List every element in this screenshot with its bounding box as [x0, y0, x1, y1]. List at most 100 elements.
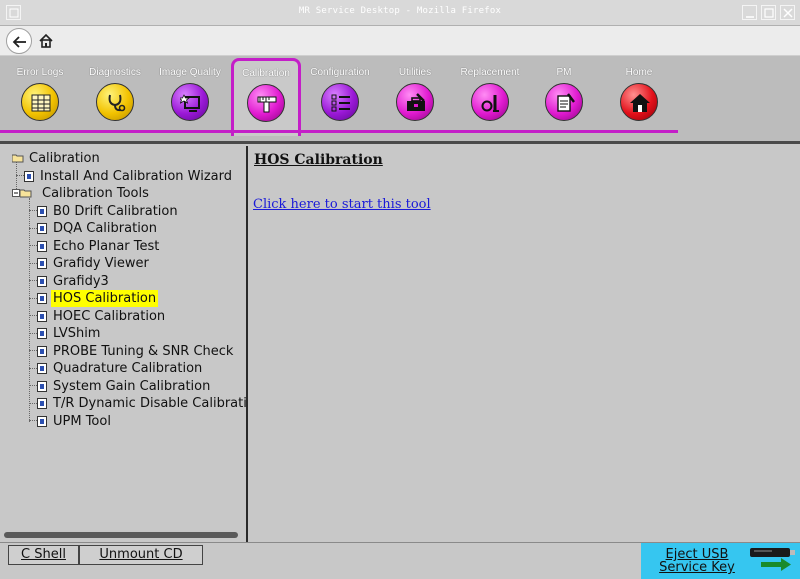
tree-label: UPM Tool — [53, 414, 111, 429]
tree-label: LVShim — [53, 326, 101, 341]
tab-label: PM — [556, 67, 572, 78]
tree-connector — [29, 333, 37, 334]
tree-label-selected: HOS Calibration — [51, 290, 159, 307]
tab-label: Utilities — [398, 67, 432, 78]
tree-pane: Calibration Install And Calibration Wiza… — [4, 146, 246, 538]
pm-icon — [545, 83, 583, 121]
checklist-icon — [321, 83, 359, 121]
tree-label: HOEC Calibration — [53, 309, 166, 324]
tree-label: B0 Drift Calibration — [53, 204, 178, 219]
tree-connector — [29, 350, 37, 351]
tree-item-b0-drift[interactable]: B0 Drift Calibration — [37, 203, 180, 220]
eject-usb-button[interactable]: Eject USB Service Key — [641, 543, 800, 579]
tree-label: Calibration — [29, 151, 100, 166]
tab-label: Home — [625, 67, 653, 78]
tree-item-grafidy3[interactable]: Grafidy3 — [37, 273, 111, 290]
tree-item-calibration-tools[interactable]: Calibration Tools — [12, 185, 151, 202]
document-icon — [37, 293, 47, 304]
tree-item-probe-tuning[interactable]: PROBE Tuning & SNR Check — [37, 343, 235, 360]
collapse-icon[interactable] — [12, 189, 20, 197]
home-button[interactable] — [37, 32, 55, 50]
document-icon — [37, 258, 47, 269]
image-quality-icon — [171, 83, 209, 121]
window-title: MR Service Desktop - Mozilla Firefox — [298, 6, 502, 16]
stethoscope-icon — [96, 83, 134, 121]
tree-connector — [29, 280, 37, 281]
tab-home[interactable]: Home — [604, 61, 674, 133]
tree-connector — [29, 420, 37, 421]
close-icon[interactable] — [780, 5, 795, 20]
tree-connector — [29, 403, 37, 404]
tree-label: PROBE Tuning & SNR Check — [53, 344, 234, 359]
tree-horizontal-scrollbar[interactable] — [4, 532, 238, 538]
back-arrow-icon — [12, 36, 26, 48]
maximize-icon[interactable] — [761, 5, 776, 20]
toolbar-separator — [0, 141, 800, 144]
tree-item-lvshim[interactable]: LVShim — [37, 325, 102, 342]
tree-item-upm-tool[interactable]: UPM Tool — [37, 413, 113, 430]
eject-usb-label: Eject USB Service Key — [651, 548, 743, 574]
tree-item-hoec[interactable]: HOEC Calibration — [37, 308, 167, 325]
tab-calibration[interactable]: Calibration — [231, 58, 301, 136]
tab-label: Image Quality — [159, 67, 221, 78]
back-button[interactable] — [6, 28, 32, 54]
tab-pm[interactable]: PM — [529, 61, 599, 133]
toolbox-icon — [396, 83, 434, 121]
start-tool-link[interactable]: Click here to start this tool — [253, 197, 431, 212]
tab-configuration[interactable]: Configuration — [305, 61, 375, 133]
document-icon — [37, 206, 47, 217]
tab-utilities[interactable]: Utilities — [380, 61, 450, 133]
document-icon — [37, 311, 47, 322]
minimize-icon[interactable] — [742, 5, 757, 20]
tree-label: T/R Dynamic Disable Calibration — [53, 396, 246, 411]
tree-label: Grafidy3 — [53, 274, 109, 289]
document-icon — [37, 398, 47, 409]
document-icon — [37, 276, 47, 287]
tree-label: Calibration Tools — [42, 186, 149, 201]
service-toolbar: Error Logs Diagnostics Image Quality Cal… — [0, 56, 800, 144]
tab-label: Configuration — [310, 67, 370, 78]
eject-usb-line2: Service Key — [659, 560, 735, 575]
tree-label: Echo Planar Test — [53, 239, 160, 254]
tree-connector — [29, 298, 37, 299]
tree-item-hos-calibration[interactable]: HOS Calibration — [37, 290, 159, 307]
tree-connector — [29, 245, 37, 246]
tree-item-echo-planar[interactable]: Echo Planar Test — [37, 238, 161, 255]
tree-item-quadrature[interactable]: Quadrature Calibration — [37, 360, 204, 377]
document-icon — [37, 363, 47, 374]
content-pane: HOS Calibration Click here to start this… — [248, 146, 800, 542]
tab-error-logs[interactable]: Error Logs — [5, 61, 75, 133]
tab-label: Diagnostics — [89, 67, 141, 78]
tab-image-quality[interactable]: Image Quality — [155, 61, 225, 133]
usb-key-icon — [750, 548, 795, 571]
tool-heading: HOS Calibration — [254, 152, 383, 168]
tree-label: System Gain Calibration — [53, 379, 211, 394]
document-icon — [37, 328, 47, 339]
browser-navbar — [0, 26, 800, 56]
document-icon — [37, 223, 47, 234]
tree-connector — [29, 315, 37, 316]
c-shell-button[interactable]: C Shell — [8, 545, 79, 565]
unmount-cd-button[interactable]: Unmount CD — [79, 545, 203, 565]
tree-label: DQA Calibration — [53, 221, 157, 236]
tree-item-tr-dynamic[interactable]: T/R Dynamic Disable Calibration — [37, 395, 246, 412]
tree-label: Quadrature Calibration — [53, 361, 203, 376]
tab-label: Error Logs — [16, 67, 64, 78]
document-icon — [24, 171, 34, 182]
tree-connector — [29, 198, 30, 422]
tree-root-calibration[interactable]: Calibration — [12, 150, 102, 167]
tree-item-system-gain[interactable]: System Gain Calibration — [37, 378, 212, 395]
tree-item-install-wizard[interactable]: Install And Calibration Wizard — [24, 168, 234, 185]
tab-label: Replacement — [460, 67, 520, 78]
tree-item-dqa[interactable]: DQA Calibration — [37, 220, 159, 237]
tree-connector — [29, 228, 37, 229]
bottom-bar: C Shell Unmount CD Eject USB Service Key — [0, 542, 800, 579]
error-logs-icon — [21, 83, 59, 121]
tree-item-grafidy-viewer[interactable]: Grafidy Viewer — [37, 255, 151, 272]
tab-replacement[interactable]: Replacement — [455, 61, 525, 133]
tree-label: Grafidy Viewer — [53, 256, 149, 271]
tab-diagnostics[interactable]: Diagnostics — [80, 61, 150, 133]
tree-connector — [29, 263, 37, 264]
home-icon — [620, 83, 658, 121]
active-tab-underline — [0, 130, 678, 133]
